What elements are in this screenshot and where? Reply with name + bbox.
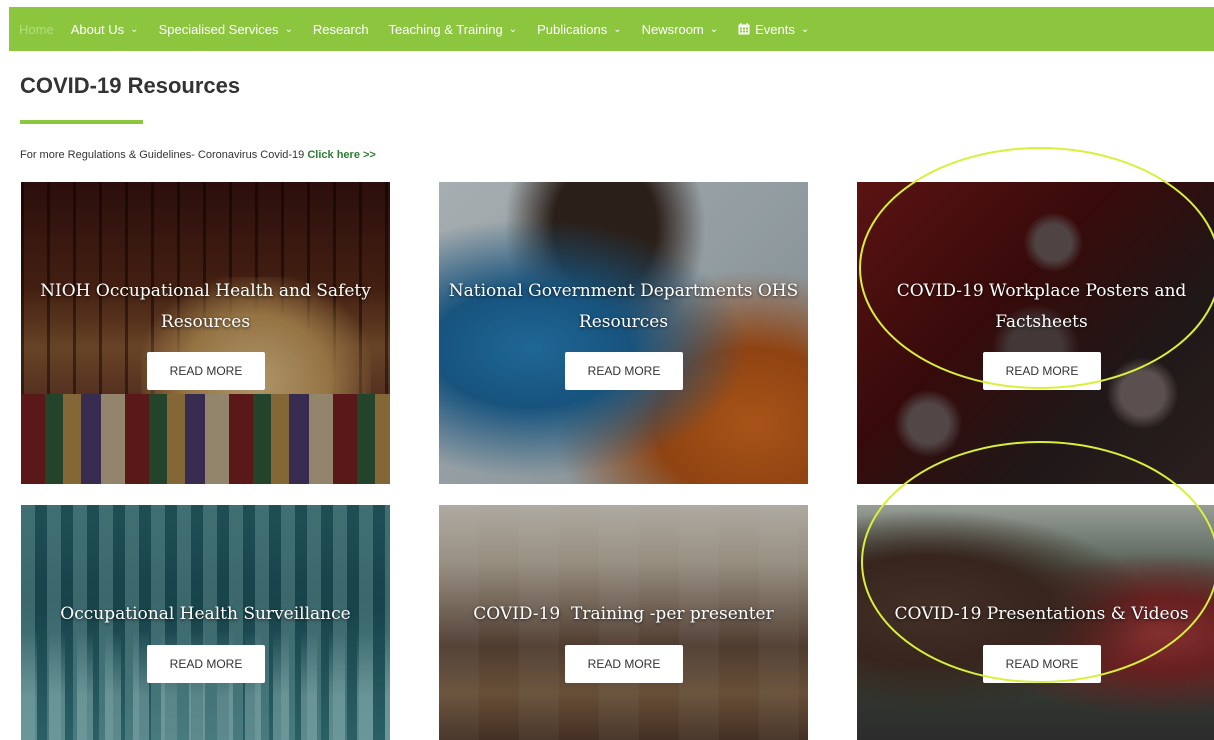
nav-research-label: Research xyxy=(312,21,369,37)
resource-card-national-government[interactable]: National Government Departments OHS Reso… xyxy=(439,182,808,484)
title-underline xyxy=(20,120,143,124)
resource-card-workplace-posters[interactable]: COVID-19 Workplace Posters and Factsheet… xyxy=(857,182,1214,484)
nav-about-us-label: About Us xyxy=(70,21,125,37)
chevron-down-icon: ⌄ xyxy=(284,23,293,35)
chevron-down-icon: ⌄ xyxy=(508,23,518,35)
read-more-button[interactable]: READ MORE xyxy=(983,645,1101,683)
card-title: COVID-19 Presentations & Videos xyxy=(894,604,1189,624)
chevron-down-icon: ⌄ xyxy=(800,23,810,35)
page-title: COVID-19 Resources xyxy=(20,73,241,98)
nav-events-label: Events xyxy=(755,21,795,37)
nav-events[interactable]: Events ⌄ xyxy=(738,22,809,37)
card-title: NIOH Occupational Health and Safety Reso… xyxy=(40,281,371,332)
calendar-icon xyxy=(738,23,750,35)
chevron-down-icon: ⌄ xyxy=(613,23,622,35)
resource-card-health-surveillance[interactable]: Occupational Health Surveillance READ MO… xyxy=(21,505,390,740)
read-more-button[interactable]: READ MORE xyxy=(565,352,683,390)
nav-about-us[interactable]: About Us ⌄ xyxy=(71,22,139,37)
card-title: Occupational Health Surveillance xyxy=(60,604,351,624)
resource-card-nioh[interactable]: NIOH Occupational Health and Safety Reso… xyxy=(21,182,390,484)
intro-label: For more Regulations & Guidelines- Coron… xyxy=(20,149,308,161)
intro-text: For more Regulations & Guidelines- Coron… xyxy=(20,149,376,161)
resource-card-presentations-videos[interactable]: COVID-19 Presentations & Videos READ MOR… xyxy=(857,505,1214,740)
nav-home-link[interactable]: Home xyxy=(19,22,54,37)
nav-newsroom[interactable]: Newsroom ⌄ xyxy=(642,22,719,37)
card-title: COVID-19 Workplace Posters and Factsheet… xyxy=(896,281,1187,332)
chevron-down-icon: ⌄ xyxy=(130,23,139,35)
nav-publications-label: Publications xyxy=(537,21,608,37)
read-more-button[interactable]: READ MORE xyxy=(147,645,265,683)
read-more-button[interactable]: READ MORE xyxy=(147,352,265,390)
nav-newsroom-label: Newsroom xyxy=(641,21,704,37)
nav-specialised-services-label: Specialised Services xyxy=(158,21,279,37)
nav-publications[interactable]: Publications ⌄ xyxy=(537,22,622,37)
click-here-link[interactable]: Click here >> xyxy=(307,149,376,161)
resource-card-training[interactable]: COVID-19 Training -per presenter READ MO… xyxy=(439,505,808,740)
nav-research[interactable]: Research xyxy=(313,22,369,37)
nav-teaching-training[interactable]: Teaching & Training ⌄ xyxy=(389,22,518,37)
read-more-button[interactable]: READ MORE xyxy=(565,645,683,683)
card-title: COVID-19 Training -per presenter xyxy=(473,604,774,624)
read-more-button[interactable]: READ MORE xyxy=(983,352,1101,390)
nav-specialised-services[interactable]: Specialised Services ⌄ xyxy=(159,22,293,37)
main-navbar: Home About Us ⌄ Specialised Services ⌄ R… xyxy=(9,7,1214,51)
card-title: National Government Departments OHS Reso… xyxy=(448,281,799,332)
chevron-down-icon: ⌄ xyxy=(709,23,719,35)
nav-teaching-training-label: Teaching & Training xyxy=(388,21,503,37)
